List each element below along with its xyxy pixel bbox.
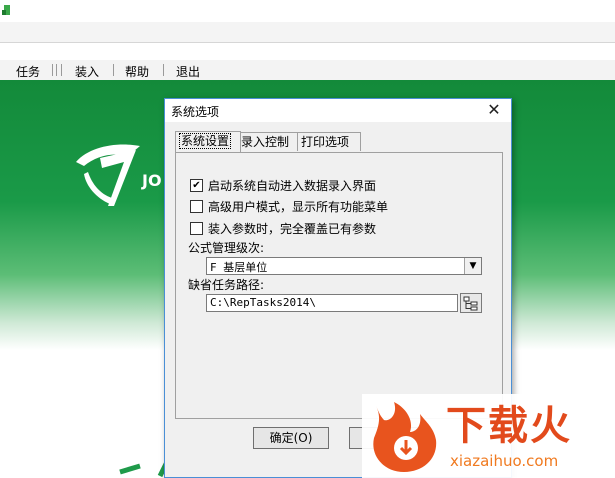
app-icon <box>2 5 10 15</box>
app-title-bar <box>0 0 615 22</box>
menu-task[interactable]: 任务 <box>16 63 40 80</box>
toolbar-area <box>0 22 615 43</box>
watermark-text: 下载火 <box>446 403 572 449</box>
tab-print-options[interactable]: 打印选项 <box>297 132 361 151</box>
close-icon[interactable]: ✕ <box>483 101 505 119</box>
settings-panel: ✔ 启动系统自动进入数据录入界面 高级用户模式，显示所有功能菜单 装入参数时，完… <box>175 152 503 419</box>
site-watermark: 下载火 xiazaihuo.com <box>362 394 615 478</box>
menu-divider <box>113 64 114 76</box>
flame-logo-icon <box>373 402 437 472</box>
default-path-input[interactable]: C:\RepTasks2014\ <box>206 294 458 312</box>
chevron-down-icon[interactable]: ▼ <box>464 258 481 274</box>
checkbox-checked-icon[interactable]: ✔ <box>190 179 203 192</box>
formula-level-value: F 基层单位 <box>210 261 268 274</box>
tab-input-control[interactable]: 录入控制 <box>237 132 299 151</box>
logo-text: JO <box>141 171 162 190</box>
dialog-title-bar: 系统选项 ✕ <box>165 99 511 122</box>
company-logo: JO <box>76 144 162 206</box>
menu-load[interactable]: 装入 <box>75 63 99 80</box>
menu-bar: 任务 装入 帮助 退出 <box>0 60 615 80</box>
default-path-value: C:\RepTasks2014\ <box>210 296 316 309</box>
menu-separator <box>52 64 62 76</box>
tab-system-settings[interactable]: 系统设置 <box>175 131 241 152</box>
folder-tree-icon <box>463 296 478 311</box>
ok-button[interactable]: 确定(O) <box>253 427 329 449</box>
default-path-label: 缺省任务路径: <box>188 278 265 292</box>
watermark-url: xiazaihuo.com <box>450 452 559 470</box>
option-label: 高级用户模式，显示所有功能菜单 <box>208 200 389 214</box>
menu-exit[interactable]: 退出 <box>176 63 200 80</box>
option-label: 装入参数时，完全覆盖已有参数 <box>208 222 377 236</box>
option-label: 启动系统自动进入数据录入界面 <box>208 179 377 193</box>
formula-level-label: 公式管理级次: <box>188 241 265 255</box>
browse-folder-button[interactable] <box>460 293 482 313</box>
dialog-title: 系统选项 <box>171 105 220 119</box>
menu-help[interactable]: 帮助 <box>125 63 149 80</box>
checkbox-unchecked-icon[interactable] <box>190 200 203 213</box>
menu-divider <box>163 64 164 76</box>
formula-level-select[interactable]: F 基层单位 ▼ <box>206 257 482 275</box>
checkbox-unchecked-icon[interactable] <box>190 222 203 235</box>
